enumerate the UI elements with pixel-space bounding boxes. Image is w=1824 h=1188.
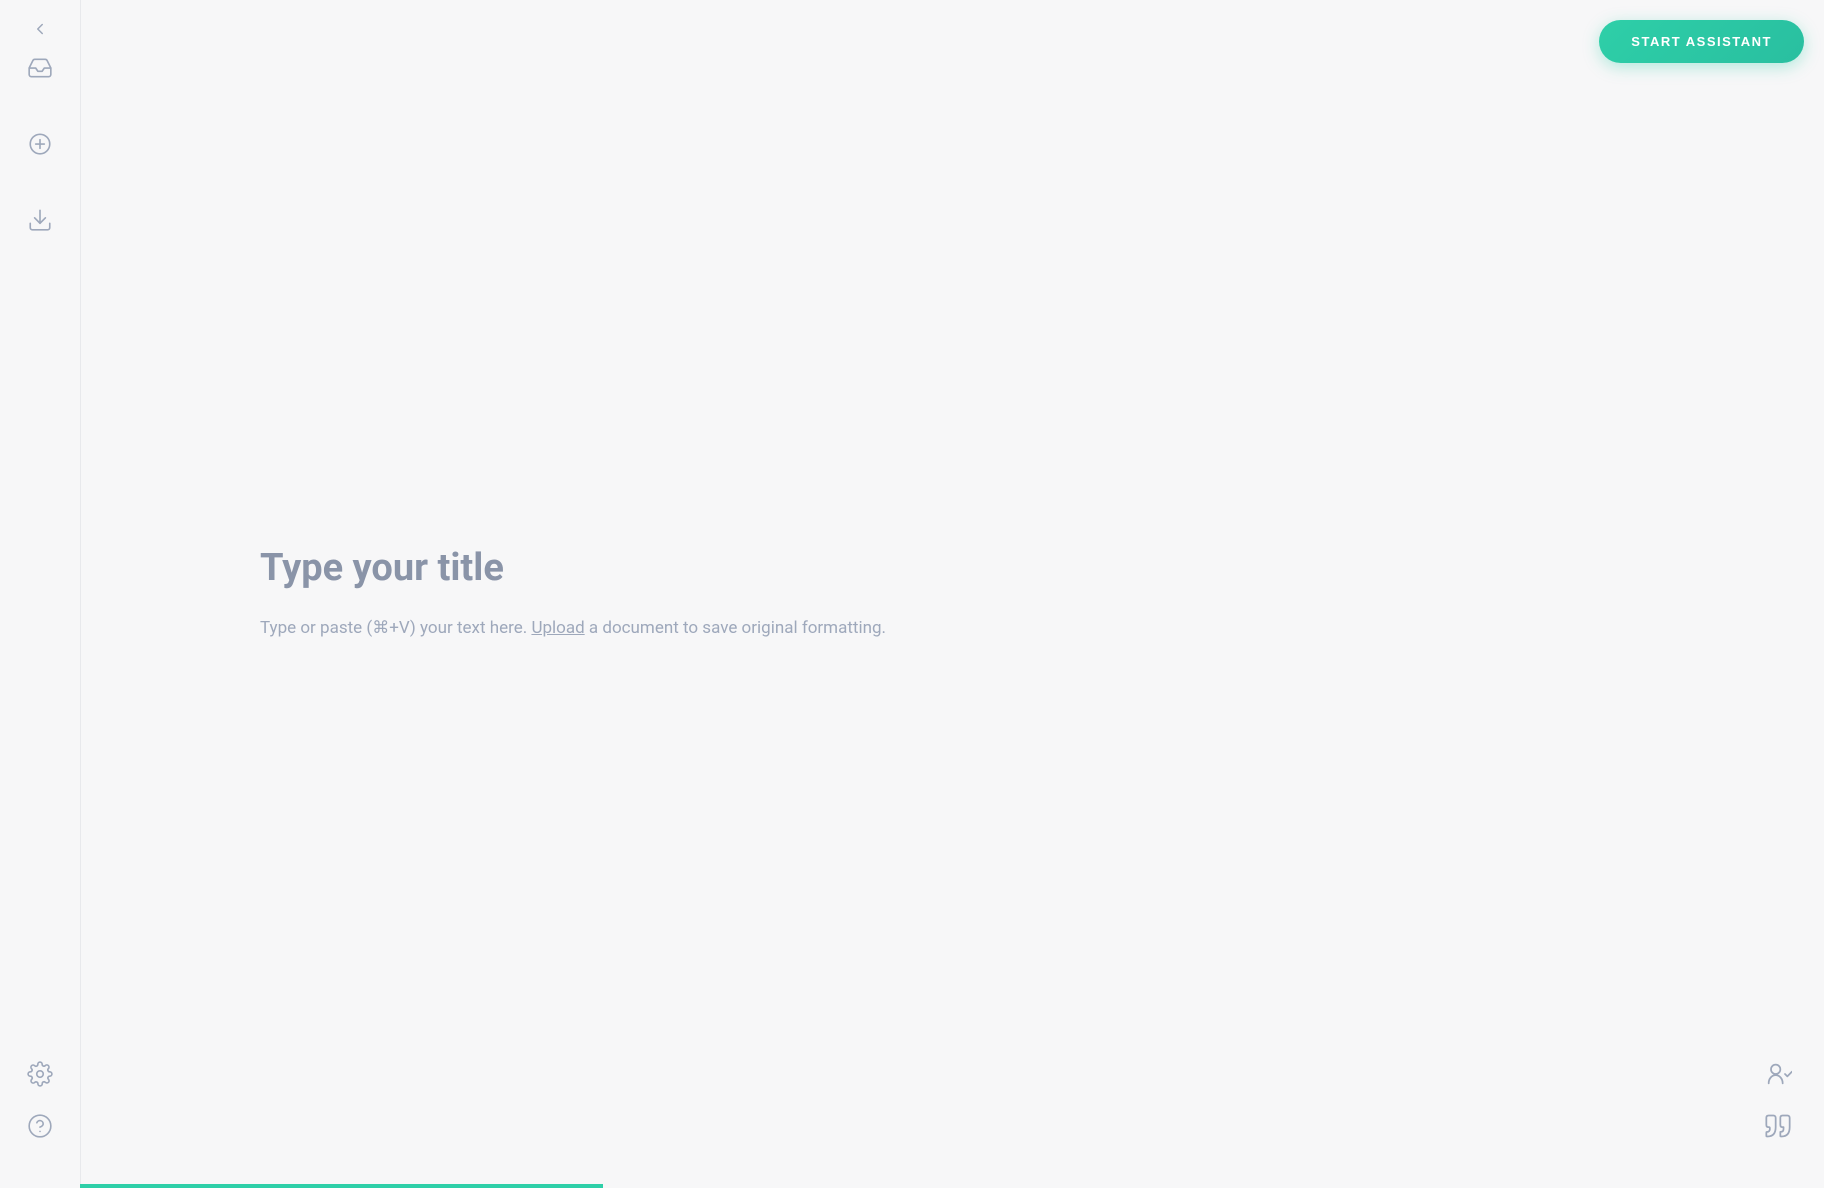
progress-bar: [80, 1184, 1824, 1188]
body-text-part1: Type or paste (⌘+V) your text here.: [260, 618, 527, 638]
sidebar-divider: [80, 0, 81, 1188]
document-body[interactable]: Type or paste (⌘+V) your text here. Uplo…: [260, 614, 886, 643]
settings-button[interactable]: [18, 1052, 62, 1096]
main-content: Type your title Type or paste (⌘+V) your…: [80, 0, 1824, 1188]
start-assistant-button[interactable]: START ASSISTANT: [1599, 20, 1804, 63]
back-button[interactable]: [31, 20, 49, 38]
document-title[interactable]: Type your title: [260, 546, 504, 590]
body-text-part2: a document to save original formatting.: [589, 618, 886, 638]
upload-link[interactable]: Upload: [531, 618, 584, 638]
help-button[interactable]: [18, 1104, 62, 1148]
inbox-button[interactable]: [18, 46, 62, 90]
bottom-right-icons: [1756, 1052, 1800, 1148]
person-icon-button[interactable]: [1756, 1052, 1800, 1096]
download-button[interactable]: [18, 198, 62, 242]
add-button[interactable]: [18, 122, 62, 166]
header-right: START ASSISTANT: [1599, 20, 1804, 63]
quote-icon-button[interactable]: [1756, 1104, 1800, 1148]
sidebar: [0, 0, 80, 1188]
